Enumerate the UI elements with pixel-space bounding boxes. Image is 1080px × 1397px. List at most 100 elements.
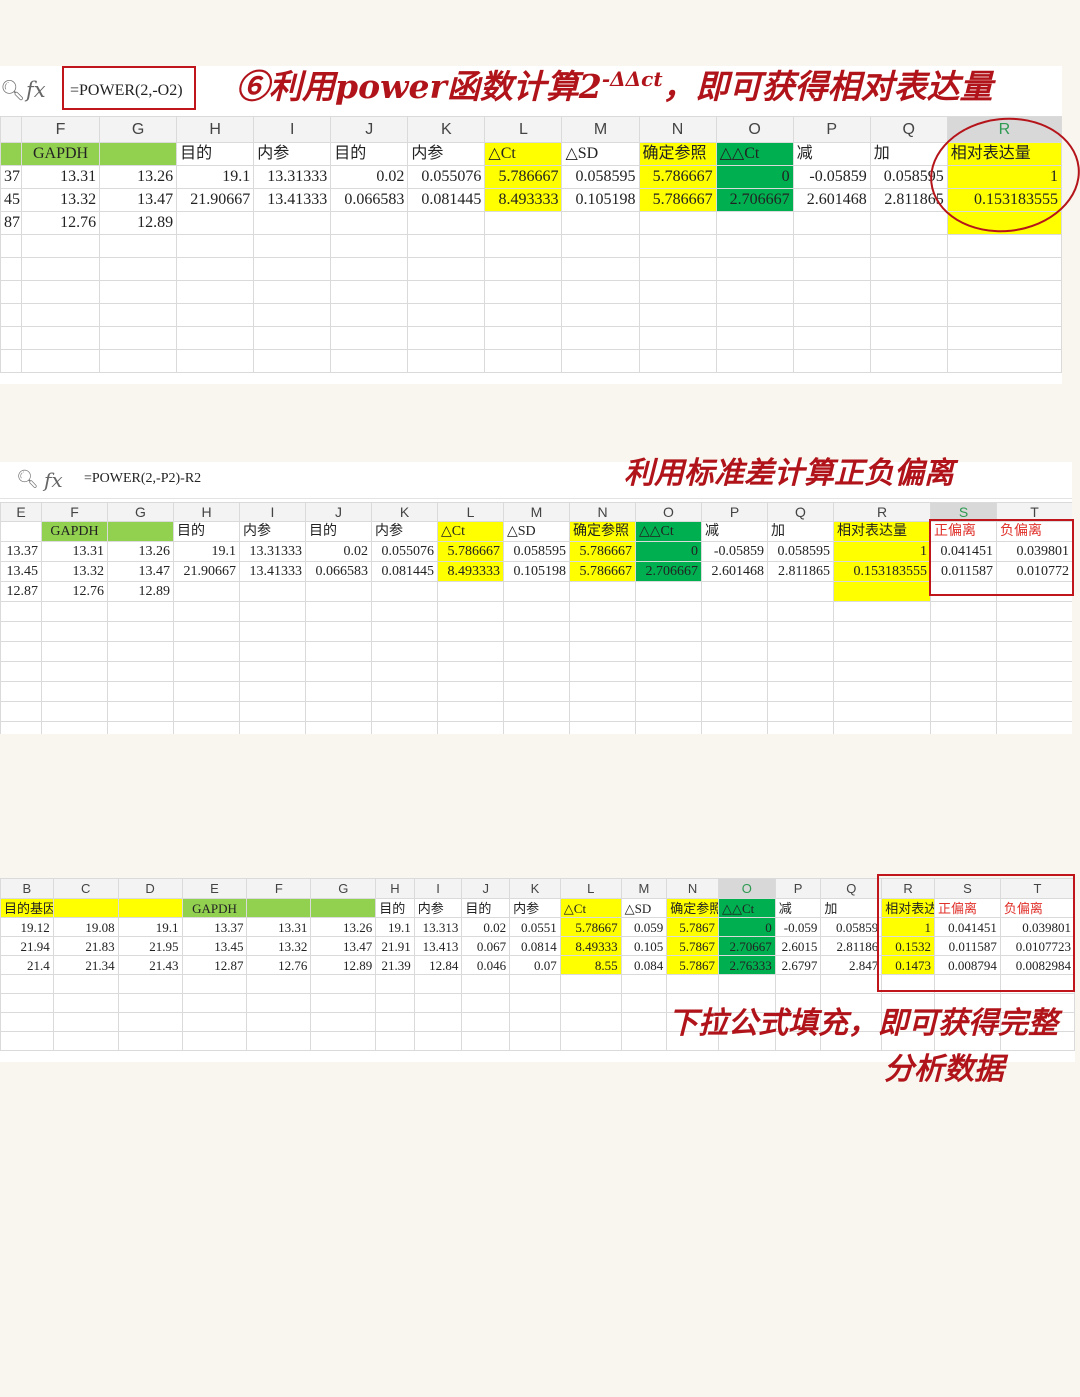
empty-cell[interactable] <box>52 993 119 1013</box>
empty-cell[interactable] <box>701 621 768 642</box>
empty-cell[interactable] <box>0 661 42 682</box>
empty-cell[interactable] <box>869 349 948 373</box>
empty-cell[interactable] <box>930 601 997 622</box>
empty-cell[interactable] <box>561 349 640 373</box>
table-cell[interactable]: 5.7867 <box>666 917 719 937</box>
empty-cell[interactable] <box>503 721 570 734</box>
table-cell[interactable]: 13.41333 <box>253 188 332 212</box>
empty-cell[interactable] <box>407 280 486 304</box>
empty-cell[interactable] <box>484 349 563 373</box>
table-cell[interactable]: 12.89 <box>310 955 377 975</box>
empty-cell[interactable] <box>99 326 178 350</box>
table-cell[interactable]: 12.76 <box>41 581 108 602</box>
empty-cell[interactable] <box>503 701 570 722</box>
empty-cell[interactable] <box>946 234 1062 258</box>
table-cell[interactable]: 12.89 <box>99 211 178 235</box>
table-cell[interactable]: 0.059 <box>620 917 668 937</box>
table-cell[interactable]: 2.811865 <box>767 561 834 582</box>
column-header-i[interactable]: I <box>413 878 463 899</box>
column-header-f[interactable]: F <box>41 502 108 522</box>
empty-cell[interactable] <box>569 721 636 734</box>
empty-cell[interactable] <box>620 993 668 1013</box>
table-cell[interactable]: 0.046 <box>461 955 511 975</box>
empty-cell[interactable] <box>0 234 23 258</box>
empty-cell[interactable] <box>638 257 717 281</box>
label-cell[interactable]: 内参 <box>407 142 486 166</box>
empty-cell[interactable] <box>930 621 997 642</box>
empty-cell[interactable] <box>767 701 834 722</box>
empty-cell[interactable] <box>833 721 931 734</box>
empty-cell[interactable] <box>638 303 717 327</box>
column-header-i[interactable]: I <box>239 502 306 522</box>
empty-cell[interactable] <box>246 1031 312 1051</box>
empty-cell[interactable] <box>310 1031 377 1051</box>
empty-cell[interactable] <box>407 303 486 327</box>
label-cell[interactable] <box>117 898 183 918</box>
empty-cell[interactable] <box>117 974 183 994</box>
label-cell[interactable]: 目的 <box>461 898 511 918</box>
empty-cell[interactable] <box>559 1012 622 1032</box>
table-cell[interactable]: 0.153183555 <box>833 561 931 582</box>
label-cell[interactable]: 目的 <box>176 142 255 166</box>
empty-cell[interactable] <box>176 234 255 258</box>
empty-cell[interactable] <box>946 257 1062 281</box>
column-header-p[interactable]: P <box>792 116 871 143</box>
empty-cell[interactable] <box>239 661 306 682</box>
empty-cell[interactable] <box>107 721 174 734</box>
empty-cell[interactable] <box>509 993 561 1013</box>
table-cell[interactable]: 12.76 <box>21 211 101 235</box>
cell-grid[interactable]: F G H I J K L M N O P Q R GAPDH 目的 内参 目的 内参 △Ct △SD 确定参照 △△Ct… <box>0 116 1062 373</box>
table-cell[interactable]: 0.066583 <box>305 561 372 582</box>
empty-cell[interactable] <box>0 303 23 327</box>
table-cell[interactable]: 5.786667 <box>569 561 636 582</box>
table-cell[interactable]: 13.31 <box>21 165 101 189</box>
empty-cell[interactable] <box>767 661 834 682</box>
label-cell[interactable]: △△Ct <box>715 142 794 166</box>
empty-cell[interactable] <box>792 303 871 327</box>
column-header-j[interactable]: J <box>305 502 372 522</box>
table-cell[interactable]: 5.786667 <box>437 541 504 562</box>
table-cell[interactable]: 8.49333 <box>559 936 622 956</box>
empty-cell[interactable] <box>330 234 409 258</box>
table-cell[interactable]: 2.6797 <box>774 955 822 975</box>
empty-cell[interactable] <box>635 681 702 702</box>
empty-cell[interactable] <box>330 326 409 350</box>
empty-cell[interactable] <box>620 1012 668 1032</box>
empty-cell[interactable] <box>767 641 834 662</box>
empty-cell[interactable] <box>946 349 1062 373</box>
empty-cell[interactable] <box>484 234 563 258</box>
empty-cell[interactable] <box>869 303 948 327</box>
table-cell[interactable]: 37 <box>0 165 23 189</box>
empty-cell[interactable] <box>176 257 255 281</box>
empty-cell[interactable] <box>484 303 563 327</box>
empty-cell[interactable] <box>638 234 717 258</box>
table-cell[interactable]: 5.786667 <box>638 188 717 212</box>
table-cell[interactable]: -0.059 <box>774 917 822 937</box>
empty-cell[interactable] <box>305 701 372 722</box>
table-cell[interactable] <box>561 211 640 235</box>
table-cell[interactable] <box>715 211 794 235</box>
empty-cell[interactable] <box>41 721 108 734</box>
empty-cell[interactable] <box>107 621 174 642</box>
table-cell[interactable]: 12.76 <box>246 955 312 975</box>
empty-cell[interactable] <box>371 601 438 622</box>
empty-cell[interactable] <box>946 303 1062 327</box>
table-cell[interactable]: 8.493333 <box>437 561 504 582</box>
empty-cell[interactable] <box>561 326 640 350</box>
empty-cell[interactable] <box>774 974 822 994</box>
empty-cell[interactable] <box>461 1031 511 1051</box>
empty-cell[interactable] <box>792 257 871 281</box>
empty-cell[interactable] <box>561 257 640 281</box>
label-cell[interactable]: △△Ct <box>717 898 776 918</box>
table-cell[interactable]: 12.84 <box>413 955 463 975</box>
table-cell[interactable]: 0.0551 <box>509 917 561 937</box>
table-cell[interactable]: 2.6015 <box>774 936 822 956</box>
cell[interactable] <box>0 142 23 166</box>
empty-cell[interactable] <box>996 621 1072 642</box>
empty-cell[interactable] <box>635 721 702 734</box>
empty-cell[interactable] <box>561 234 640 258</box>
empty-cell[interactable] <box>173 621 240 642</box>
empty-cell[interactable] <box>52 1031 119 1051</box>
empty-cell[interactable] <box>461 993 511 1013</box>
empty-cell[interactable] <box>99 303 178 327</box>
